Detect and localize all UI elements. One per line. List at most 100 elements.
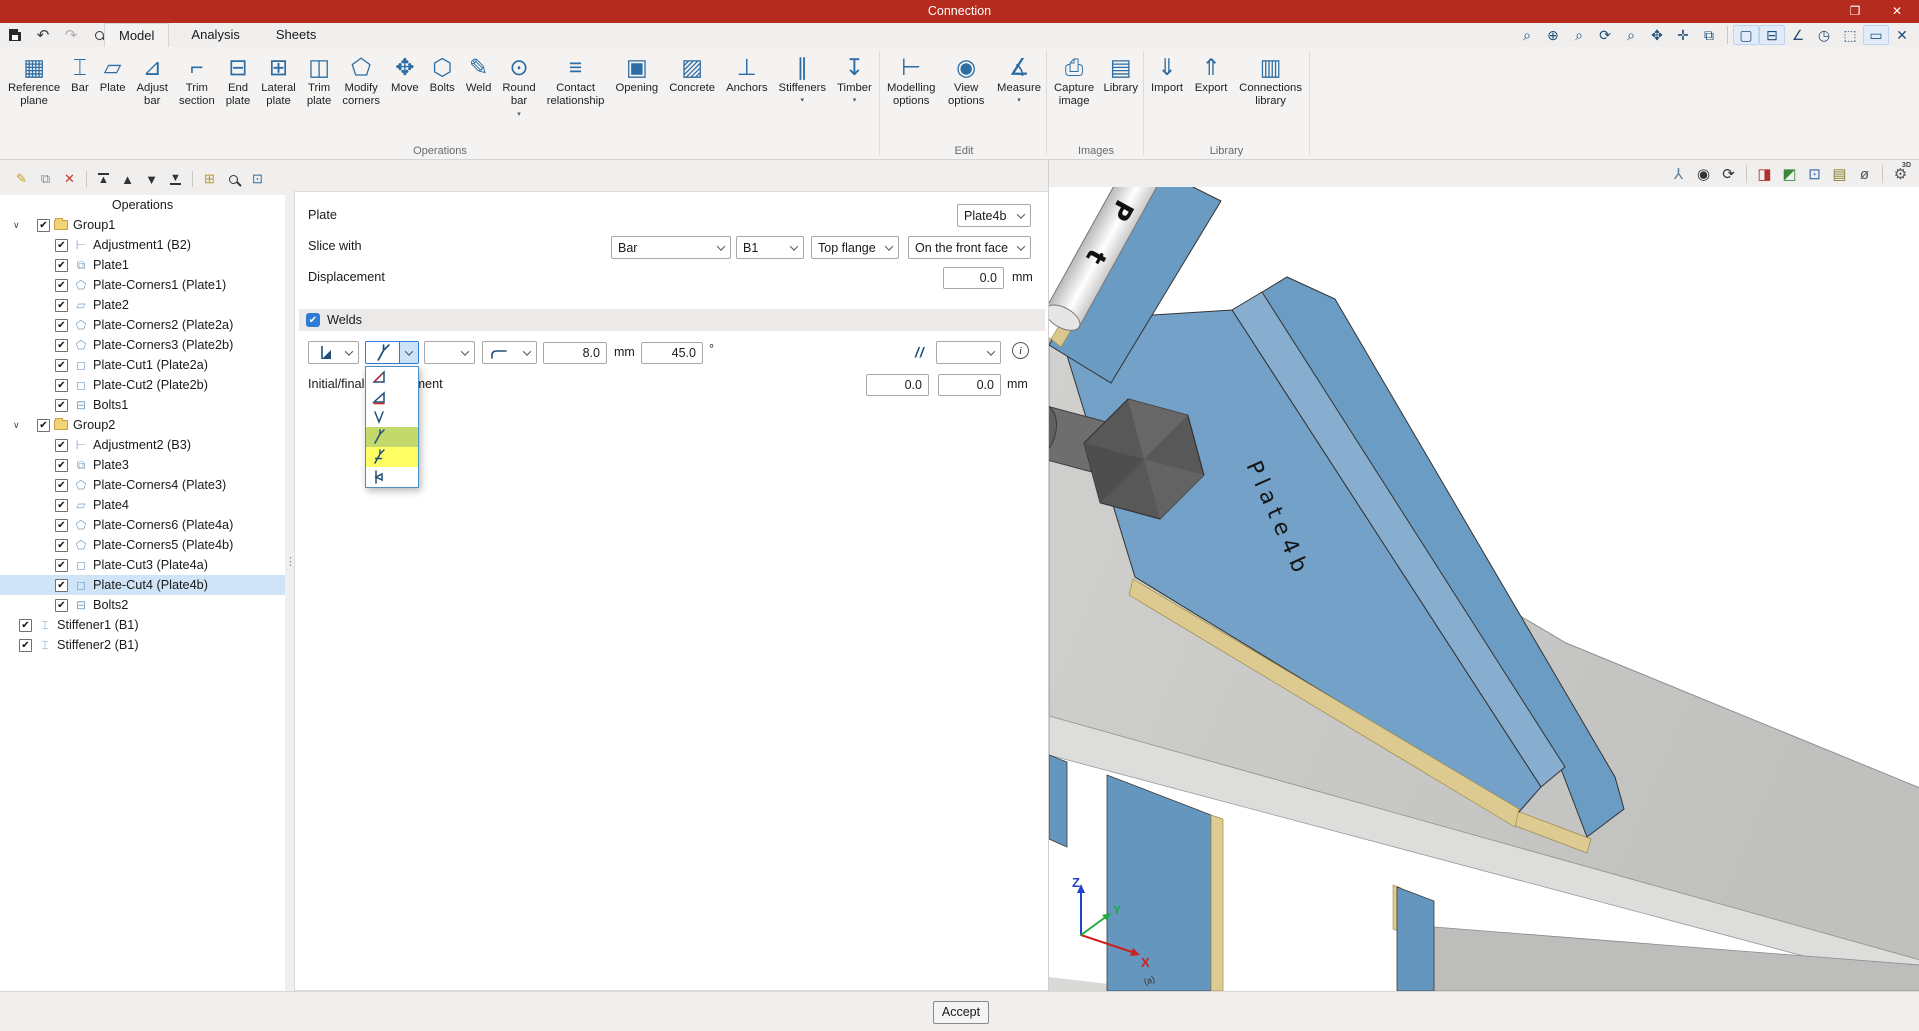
tree-item-checkbox[interactable]: ✔ (55, 339, 68, 352)
undo-icon[interactable]: ↶ (34, 26, 52, 44)
tree-item-checkbox[interactable]: ✔ (55, 379, 68, 392)
slice-type-select[interactable]: Bar (611, 236, 731, 259)
weld-angle-input[interactable]: 45.0 (641, 342, 703, 364)
tree-item-checkbox[interactable]: ✔ (37, 219, 50, 232)
ribbon-button-trim-section[interactable]: ⌐Trim section (175, 49, 219, 141)
tree-item-checkbox[interactable]: ✔ (55, 359, 68, 372)
solid-view-icon[interactable]: ▢ (1733, 25, 1759, 45)
ribbon-button-contact-relationship[interactable]: ≡Contact relationship (543, 49, 609, 141)
tree-item-checkbox[interactable]: ✔ (55, 479, 68, 492)
tree-item-checkbox[interactable]: ✔ (19, 619, 32, 632)
ribbon-button-adjust-bar[interactable]: ⊿Adjust bar (133, 49, 172, 141)
ribbon-button-connections-library[interactable]: ▥Connections library (1235, 49, 1306, 141)
tree-item-checkbox[interactable]: ✔ (55, 519, 68, 532)
axes-triad-icon[interactable]: ⅄ (1666, 163, 1691, 185)
ribbon-button-weld[interactable]: ✎Weld (462, 49, 496, 141)
3d-viewport[interactable]: ⅄◉⟳◨◩⊡▤ø⚙3D (1048, 160, 1919, 991)
slice-part-select[interactable]: Top flange (811, 236, 899, 259)
layers-view-icon[interactable]: ▤ (1827, 163, 1852, 185)
ribbon-button-export[interactable]: ⇑Export (1191, 49, 1232, 141)
ribbon-button-end-plate[interactable]: ⊟End plate (222, 49, 255, 141)
tree-item-checkbox[interactable]: ✔ (55, 239, 68, 252)
tree-item-checkbox[interactable]: ✔ (55, 259, 68, 272)
tree-item-plate-cut1-plate2a-[interactable]: ✔◻Plate-Cut1 (Plate2a) (0, 355, 285, 375)
send-view-icon[interactable]: ⧉ (1696, 25, 1722, 45)
orbit-view-icon[interactable]: ◉ (1691, 163, 1716, 185)
weld-material-select[interactable] (424, 341, 475, 364)
tree-item-plate-corners3-plate2b-[interactable]: ✔⬠Plate-Corners3 (Plate2b) (0, 335, 285, 355)
tree-item-plate-corners2-plate2a-[interactable]: ✔⬠Plate-Corners2 (Plate2a) (0, 315, 285, 335)
move-down-icon[interactable]: ▼ (144, 170, 159, 188)
close-window-icon[interactable]: ✕ (1880, 0, 1914, 23)
tools-icon[interactable]: ✕ (1889, 25, 1915, 45)
render-settings-icon[interactable]: ⚙3D (1888, 163, 1913, 185)
move-first-icon[interactable]: ▲ (96, 170, 111, 188)
slice-face-select[interactable]: On the front face (908, 236, 1031, 259)
tree-item-plate-corners6-plate4a-[interactable]: ✔⬠Plate-Corners6 (Plate4a) (0, 515, 285, 535)
ribbon-button-import[interactable]: ⇓Import (1147, 49, 1187, 141)
rotate-view-icon[interactable]: ◷ (1811, 25, 1837, 45)
tree-item-plate-cut4-plate4b-[interactable]: ✔◻Plate-Cut4 (Plate4b) (0, 575, 285, 595)
tree-item-checkbox[interactable]: ✔ (55, 319, 68, 332)
tree-item-checkbox[interactable]: ✔ (55, 599, 68, 612)
weld-side-select[interactable] (308, 341, 359, 364)
shaded-view-icon[interactable]: ◩ (1777, 163, 1802, 185)
ribbon-button-opening[interactable]: ▣Opening (611, 49, 662, 141)
edit-operation-icon[interactable]: ✎ (14, 170, 29, 188)
ribbon-button-plate[interactable]: ▱Plate (96, 49, 130, 141)
ribbon-button-trim-plate[interactable]: ◫Trim plate (303, 49, 336, 141)
comment-icon[interactable]: ▭ (1863, 25, 1889, 45)
angle-icon[interactable]: ∠ (1785, 25, 1811, 45)
tree-item-plate1[interactable]: ✔⧉Plate1 (0, 255, 285, 275)
tree-item-group1[interactable]: ∨✔Group1 (0, 215, 285, 235)
tree-item-adjustment2-b3-[interactable]: ✔⊢Adjustment2 (B3) (0, 435, 285, 455)
zoom-extents-icon[interactable]: ⊕ (1540, 25, 1566, 45)
tree-item-stiffener2-b1-[interactable]: ✔⌶Stiffener2 (B1) (0, 635, 285, 655)
weld-popup-item-1[interactable] (366, 367, 418, 387)
ribbon-button-lateral-plate[interactable]: ⊞Lateral plate (257, 49, 300, 141)
tree-expand-icon[interactable]: ∨ (13, 420, 20, 431)
weld-popup-item-4[interactable] (366, 427, 418, 447)
panel-splitter[interactable]: ⋮ (285, 560, 294, 565)
ribbon-button-measure[interactable]: ∡Measure▾ (993, 49, 1045, 141)
weld-popup-item-3[interactable] (366, 407, 418, 427)
tree-item-plate2[interactable]: ✔▱Plate2 (0, 295, 285, 315)
tree-item-checkbox[interactable]: ✔ (55, 439, 68, 452)
redraw-icon[interactable]: ⟳ (1592, 25, 1618, 45)
pan-icon[interactable]: ✥ (1644, 25, 1670, 45)
restore-window-icon[interactable]: ❐ (1838, 0, 1872, 23)
tab-sheets[interactable]: Sheets (262, 23, 330, 47)
tree-item-bolts1[interactable]: ✔⊟Bolts1 (0, 395, 285, 415)
weld-group-select[interactable] (936, 341, 1001, 364)
ribbon-button-capture-image[interactable]: ⎙Capture image (1050, 49, 1098, 141)
expand-box-icon[interactable]: ⊡ (250, 170, 265, 188)
ribbon-button-reference-plane[interactable]: ▦Reference plane (4, 49, 64, 141)
ribbon-button-bar[interactable]: ⌶Bar (67, 49, 93, 141)
weld-thickness-input[interactable]: 8.0 (543, 342, 607, 364)
weld-popup-item-5[interactable] (366, 447, 418, 467)
tree-item-plate-cut3-plate4a-[interactable]: ✔◻Plate-Cut3 (Plate4a) (0, 555, 285, 575)
weld-popup-item-2[interactable] (366, 387, 418, 407)
tree-item-adjustment1-b2-[interactable]: ✔⊢Adjustment1 (B2) (0, 235, 285, 255)
tree-item-plate-corners4-plate3-[interactable]: ✔⬠Plate-Corners4 (Plate3) (0, 475, 285, 495)
tree-item-plate-corners5-plate4b-[interactable]: ✔⬠Plate-Corners5 (Plate4b) (0, 535, 285, 555)
search-tree-icon[interactable] (226, 170, 241, 188)
group-tree-icon[interactable]: ⊞ (202, 170, 217, 188)
tree-item-checkbox[interactable]: ✔ (55, 499, 68, 512)
zoom-2x-icon[interactable]: ⌕ (1566, 25, 1592, 45)
tree-item-checkbox[interactable]: ✔ (55, 579, 68, 592)
tree-item-plate4[interactable]: ✔▱Plate4 (0, 495, 285, 515)
tree-item-plate-corners1-plate1-[interactable]: ✔⬠Plate-Corners1 (Plate1) (0, 275, 285, 295)
ribbon-button-library[interactable]: ▤Library (1099, 49, 1142, 141)
final-displacement-input[interactable]: 0.0 (938, 374, 1001, 396)
welds-checkbox[interactable]: ✔ (306, 313, 320, 327)
redo-icon[interactable]: ↷ (62, 26, 80, 44)
outline-view-icon[interactable]: ⊡ (1802, 163, 1827, 185)
tree-item-plate3[interactable]: ✔⧉Plate3 (0, 455, 285, 475)
initial-displacement-input[interactable]: 0.0 (866, 374, 929, 396)
hide-items-icon[interactable]: ø (1852, 163, 1877, 185)
tab-model[interactable]: Model (104, 23, 169, 47)
ribbon-button-timber[interactable]: ↧Timber▾ (833, 49, 876, 141)
tree-item-checkbox[interactable]: ✔ (55, 399, 68, 412)
dimensions-icon[interactable]: ⊟ (1759, 25, 1785, 45)
